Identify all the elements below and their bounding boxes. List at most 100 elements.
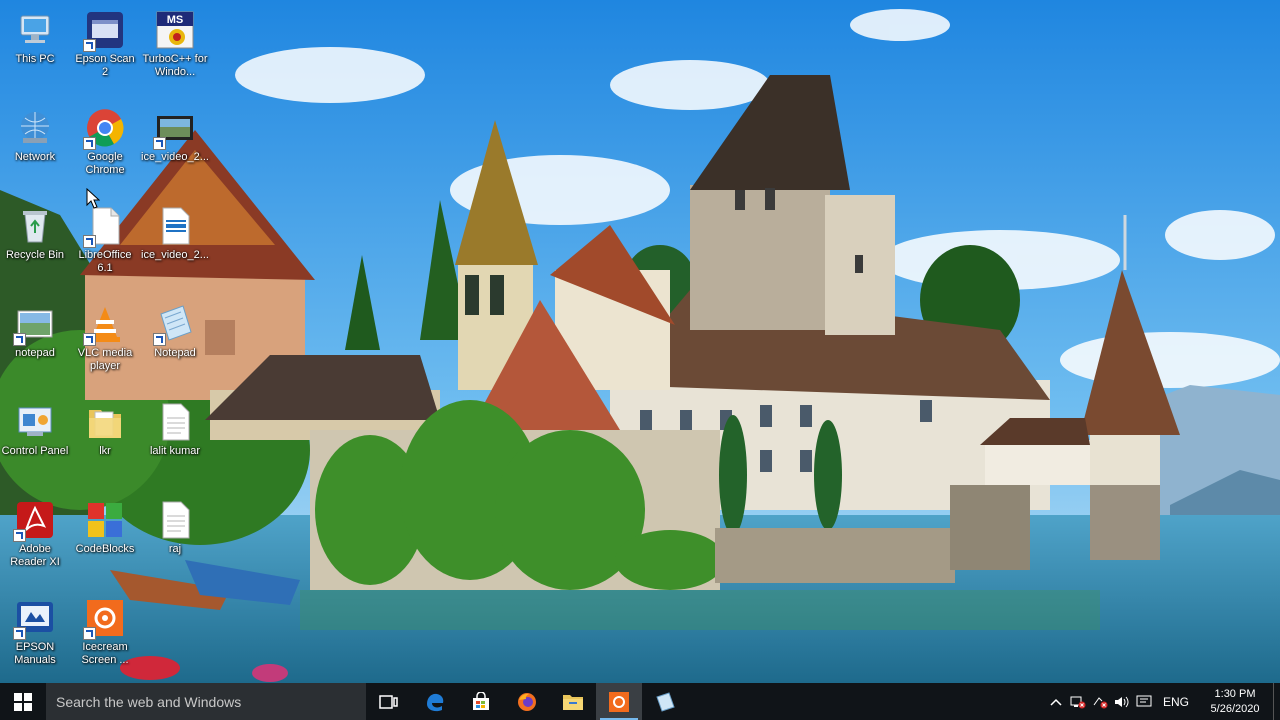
vlc-icon (83, 304, 125, 346)
desktop-icon-label: Control Panel (1, 445, 69, 457)
turboc-icon: MS (155, 10, 195, 50)
task-view-icon (379, 694, 398, 709)
desktop-icon-label: LibreOffice 6.1 (78, 249, 132, 274)
shortcut-arrow-icon (83, 39, 96, 52)
desktop-icon-label: ice_video_2... (141, 151, 209, 163)
desktop-icon-label: Google Chrome (85, 151, 125, 176)
video-thumbnail-icon (153, 108, 195, 150)
shortcut-arrow-icon (83, 333, 96, 346)
desktop-icon-libreoffice[interactable]: LibreOffice 6.1 (70, 200, 140, 292)
show-desktop-button[interactable] (1273, 683, 1280, 720)
desktop-icon-label: TurboC++ for Windo... (142, 53, 208, 78)
tray-overflow-chevron-up-icon[interactable] (1045, 683, 1067, 720)
computer-icon (15, 10, 55, 50)
folder-icon (85, 402, 125, 442)
scanner-icon (83, 10, 125, 52)
desktop-icon-label: lalit kumar (149, 445, 201, 457)
taskbar-firefox-button[interactable] (504, 683, 550, 720)
desktop-icon-adobe-reader[interactable]: Adobe Reader XI (0, 494, 70, 586)
turboc-badge-text: MS (167, 14, 184, 26)
taskbar-clock[interactable]: 1:30 PM 5/26/2020 (1197, 687, 1273, 717)
taskbar-task-view-button[interactable] (366, 683, 412, 720)
epson-manuals-icon (13, 598, 55, 640)
desktop-icon-google-chrome[interactable]: Google Chrome (70, 102, 140, 194)
desktop-icon-control-panel[interactable]: Control Panel (0, 396, 70, 488)
taskbar-store-button[interactable] (458, 683, 504, 720)
desktop-icon-label: ice_video_2... (141, 249, 209, 261)
desktop-icon-label: Network (14, 151, 56, 163)
adobe-reader-icon (13, 500, 55, 542)
desktop-icon-epson-manuals[interactable]: EPSON Manuals (0, 592, 70, 683)
desktop-icon-label: notepad (15, 347, 55, 359)
power-status-icon[interactable] (1089, 683, 1111, 720)
taskbar-icecream-button[interactable] (596, 683, 642, 720)
taskbar-file-explorer-button[interactable] (550, 683, 596, 720)
desktop-icon-lalit-kumar[interactable]: lalit kumar (140, 396, 210, 488)
icecream-icon (609, 691, 629, 712)
video-file-icon (155, 206, 195, 246)
desktop-icon-notepad-image[interactable]: notepad (0, 298, 70, 390)
desktop-icon-lkr[interactable]: lkr (70, 396, 140, 488)
folder-icon (563, 694, 583, 710)
control-panel-icon (15, 402, 55, 442)
desktop-icon-label: CodeBlocks (75, 543, 135, 555)
input-language-indicator[interactable]: ENG (1155, 695, 1197, 709)
desktop-icon-notepad[interactable]: Notepad (140, 298, 210, 390)
taskbar-notepad-button[interactable] (642, 683, 688, 720)
codeblocks-icon (85, 500, 125, 540)
desktop-icon-codeblocks[interactable]: CodeBlocks (70, 494, 140, 586)
taskbar: Search the web and Windows ENG 1:30 PM 5… (0, 683, 1280, 720)
volume-icon[interactable] (1111, 683, 1133, 720)
mouse-cursor-icon (86, 188, 100, 209)
windows-logo-icon (14, 692, 32, 711)
desktop-icon-label: VLC media player (77, 347, 133, 372)
image-file-icon (13, 304, 55, 346)
store-icon (473, 691, 489, 710)
network-icon (15, 108, 55, 148)
desktop-icon-epson-scan-2[interactable]: Epson Scan 2 (70, 4, 140, 96)
recycle-bin-icon (15, 206, 55, 246)
search-placeholder: Search the web and Windows (56, 693, 242, 710)
clock-date: 5/26/2020 (1210, 702, 1260, 715)
firefox-icon (518, 692, 536, 711)
system-tray: ENG 1:30 PM 5/26/2020 (1045, 683, 1280, 720)
desktop-icon-recycle-bin[interactable]: Recycle Bin (0, 200, 70, 292)
notepad-icon (656, 691, 675, 712)
desktop-icon-label: Icecream Screen ... (81, 641, 129, 666)
desktop-icon-turboc[interactable]: MS TurboC++ for Windo... (140, 4, 210, 96)
icecream-icon (83, 598, 125, 640)
notepad-icon (153, 304, 195, 346)
desktop-icon-raj[interactable]: raj (140, 494, 210, 586)
desktop-icon-this-pc[interactable]: This PC (0, 4, 70, 96)
desktop-icon-label: raj (168, 543, 182, 555)
shortcut-arrow-icon (83, 137, 96, 150)
desktop-icon-icecream[interactable]: Icecream Screen ... (70, 592, 140, 683)
shortcut-arrow-icon (13, 627, 26, 640)
shortcut-arrow-icon (153, 333, 166, 346)
taskbar-search-box[interactable]: Search the web and Windows (46, 683, 366, 720)
desktop-icon-network[interactable]: Network (0, 102, 70, 194)
clock-time: 1:30 PM (1214, 687, 1256, 700)
shortcut-arrow-icon (13, 333, 26, 346)
shortcut-arrow-icon (13, 529, 26, 542)
desktop-icon-label: Adobe Reader XI (10, 543, 60, 568)
document-icon (83, 206, 125, 248)
desktop-icon-label: Notepad (154, 347, 196, 359)
desktop-icon-label: EPSON Manuals (14, 641, 56, 666)
shortcut-arrow-icon (83, 235, 96, 248)
desktop-icon-ice-video-1[interactable]: ice_video_2... (140, 102, 210, 194)
start-button[interactable] (0, 683, 46, 720)
desktop-icon-label: lkr (99, 445, 111, 457)
taskbar-edge-button[interactable] (412, 683, 458, 720)
desktop[interactable]: This PC Network Recycle Bin notepad Cont… (0, 0, 1280, 683)
shortcut-arrow-icon (83, 627, 96, 640)
network-status-icon[interactable] (1067, 683, 1089, 720)
desktop-icon-vlc[interactable]: VLC media player (70, 298, 140, 390)
desktop-icon-ice-video-2[interactable]: ice_video_2... (140, 200, 210, 292)
edge-icon (427, 693, 444, 711)
chrome-icon (83, 108, 125, 150)
text-file-icon (155, 500, 195, 540)
desktop-icon-label: Epson Scan 2 (75, 53, 135, 78)
action-center-icon[interactable] (1133, 683, 1155, 720)
desktop-icon-label: Recycle Bin (5, 249, 65, 261)
